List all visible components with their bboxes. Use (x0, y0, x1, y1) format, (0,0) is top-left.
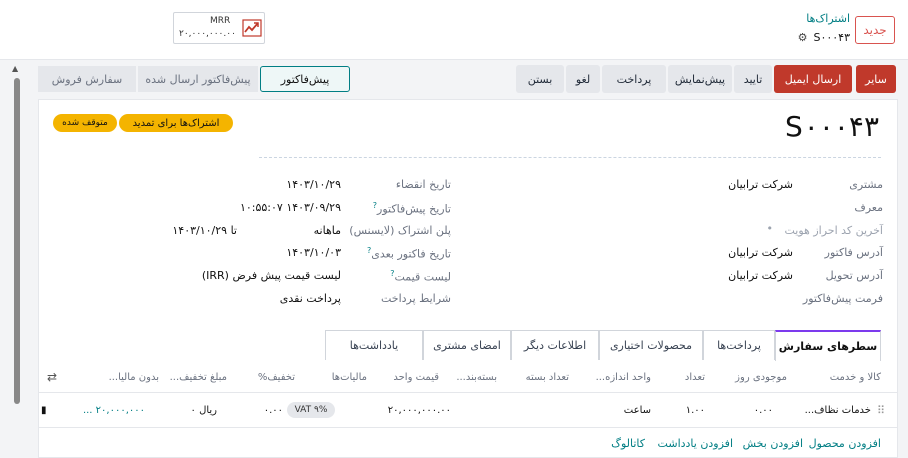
plan-until-field: تا ۱۴۰۳/۱۰/۲۹ (172, 224, 237, 237)
col-discount[interactable]: تخفیف% (258, 372, 295, 383)
add-note-link[interactable]: افزودن یادداشت (658, 437, 733, 450)
tab-other-info[interactable]: اطلاعات دیگر (511, 330, 599, 360)
form-sheet: S۰۰۰۴۳ اشتراک‌ها برای تمدید متوقف شده مش… (38, 99, 898, 458)
col-discount-amount[interactable]: مبلغ تخفیف... (170, 372, 227, 383)
pricelist-field[interactable]: لیست قیمت پیش فرض (IRR) (202, 269, 341, 282)
plan-field[interactable]: ماهانه (314, 224, 341, 237)
action-bar: سایر ارسال ایمیل تایید پیش‌نمایش پرداخت … (38, 64, 898, 94)
col-stock[interactable]: موجودی روز (735, 372, 787, 383)
mrr-value: ۲۰,۰۰۰,۰۰۰.۰۰ (179, 29, 236, 39)
col-product[interactable]: کالا و خدمت (830, 372, 881, 383)
label-customer: مشتری (849, 178, 883, 191)
invoice-address-field[interactable]: شرکت ترابیان (728, 246, 793, 259)
cell-uom[interactable]: ساعت (624, 405, 651, 416)
token-dot-icon: • (766, 222, 774, 235)
close-button[interactable]: بستن (516, 65, 564, 93)
cell-unit-price[interactable]: ۲۰,۰۰۰,۰۰۰.۰۰ (388, 405, 451, 416)
add-section-link[interactable]: افزودن بخش (743, 437, 803, 450)
label-last-token: آخرین کد احراز هویت (784, 224, 883, 237)
payment-button[interactable]: پرداخت (602, 65, 666, 93)
scrollbar-thumb[interactable] (14, 78, 20, 404)
label-next-invoice: تاریخ فاکتور بعدی? (366, 246, 451, 261)
cell-stock: ۰.۰۰ (753, 405, 773, 416)
other-button[interactable]: سایر (856, 65, 896, 93)
col-subtotal[interactable]: بدون مالیا... (109, 372, 159, 383)
next-invoice-field[interactable]: ۱۴۰۳/۱۰/۰۳ (286, 246, 341, 259)
row-delete-icon[interactable]: ▮ (41, 405, 47, 416)
tab-notes[interactable]: یادداشت‌ها (325, 330, 423, 360)
cancel-button[interactable]: لغو (566, 65, 600, 93)
label-expiration: تاریخ انقضاء (395, 178, 451, 191)
label-pricelist: لیست قیمت? (390, 269, 451, 284)
cell-tax-badge[interactable]: VAT ۹% (287, 402, 335, 418)
label-quotation-date: تاریخ پیش‌فاکتور? (372, 201, 451, 216)
cell-qty[interactable]: ۱.۰۰ (686, 405, 705, 416)
gear-icon[interactable]: ⚙ (798, 31, 808, 44)
trend-chart-icon (242, 19, 262, 37)
new-button[interactable]: جدید (855, 16, 895, 44)
col-uom[interactable]: واحد اندازه... (596, 372, 651, 383)
tab-payments[interactable]: پرداخت‌ها (703, 330, 775, 360)
label-delivery-address: آدرس تحویل (825, 269, 883, 282)
ribbon-paused-badge: متوقف شده (53, 114, 117, 132)
col-taxes[interactable]: مالیات‌ها (332, 372, 367, 383)
delivery-address-field[interactable]: شرکت ترابیان (728, 269, 793, 282)
col-qty[interactable]: تعداد (685, 372, 705, 383)
top-bar: جدید اشتراک‌ها S۰۰۰۴۳ ⚙ MRR ۲۰,۰۰۰,۰۰۰.۰… (0, 0, 908, 60)
breadcrumb-parent[interactable]: اشتراک‌ها (806, 12, 850, 25)
scroll-up-icon[interactable]: ▲ (12, 64, 18, 73)
cell-subtotal: ۲۰,۰۰۰,۰۰۰ ... (82, 405, 145, 416)
send-email-button[interactable]: ارسال ایمیل (774, 65, 852, 93)
tab-optional-products[interactable]: محصولات اختیاری (599, 330, 703, 360)
record-name: S۰۰۰۴۳ (813, 31, 850, 44)
mrr-label: MRR (210, 16, 231, 26)
title-divider (259, 157, 881, 158)
tab-customer-signature[interactable]: امضای مشتری (423, 330, 511, 360)
col-unit-price[interactable]: قیمت واحد (393, 372, 439, 383)
drag-handle-icon[interactable]: ⠿ (877, 404, 885, 417)
label-payment-terms: شرایط پرداخت (380, 292, 451, 305)
stage-sales-order[interactable]: سفارش فروش (38, 66, 136, 92)
mrr-smart-button[interactable]: MRR ۲۰,۰۰۰,۰۰۰.۰۰ (173, 12, 265, 44)
confirm-button[interactable]: تایید (734, 65, 772, 93)
order-lines-header: ⇄ کالا و خدمت موجودی روز تعداد واحد اندا… (39, 363, 897, 393)
column-options-icon[interactable]: ⇄ (47, 370, 57, 384)
table-row[interactable]: ⠿ خدمات نظاف... ۰.۰۰ ۱.۰۰ ساعت ۲۰,۰۰۰,۰۰… (39, 394, 897, 428)
cell-product[interactable]: خدمات نظاف... (805, 405, 871, 416)
col-packaging[interactable]: بسته‌بند... (456, 372, 497, 383)
stage-quotation[interactable]: پیش‌فاکتور (260, 66, 350, 92)
catalog-link[interactable]: کاتالوگ (611, 437, 645, 450)
label-plan: پلن اشتراک (لایسنس) (349, 224, 451, 237)
col-packages[interactable]: تعداد بسته (526, 372, 569, 383)
customer-field[interactable]: شرکت ترابیان (728, 178, 793, 191)
record-title: S۰۰۰۴۳ (785, 110, 879, 143)
label-referrer: معرف (854, 201, 883, 214)
breadcrumb-current: S۰۰۰۴۳ ⚙ (798, 31, 850, 44)
payment-terms-field[interactable]: پرداخت نقدی (280, 292, 341, 305)
label-invoice-address: آدرس فاکتور (824, 246, 883, 259)
cell-discount-amount: ریال ۰ (190, 405, 217, 416)
expiration-field[interactable]: ۱۴۰۳/۱۰/۲۹ (286, 178, 341, 191)
label-quotation-template: فرمت پیش‌فاکتور (802, 292, 883, 305)
quotation-date-field[interactable]: ۱۴۰۳/۰۹/۲۹ ۱۰:۵۵:۰۷ (240, 201, 341, 214)
notebook-tabs: سطرهای سفارش پرداخت‌ها محصولات اختیاری ا… (325, 330, 881, 361)
tab-order-lines[interactable]: سطرهای سفارش (775, 330, 881, 361)
ribbon-renew-badge: اشتراک‌ها برای تمدید (119, 114, 233, 132)
add-product-link[interactable]: افزودن محصول (809, 437, 881, 450)
preview-button[interactable]: پیش‌نمایش (668, 65, 732, 93)
cell-discount[interactable]: ۰.۰۰ (264, 405, 283, 416)
stage-quotation-sent[interactable]: پیش‌فاکتور ارسال شده (138, 66, 258, 92)
